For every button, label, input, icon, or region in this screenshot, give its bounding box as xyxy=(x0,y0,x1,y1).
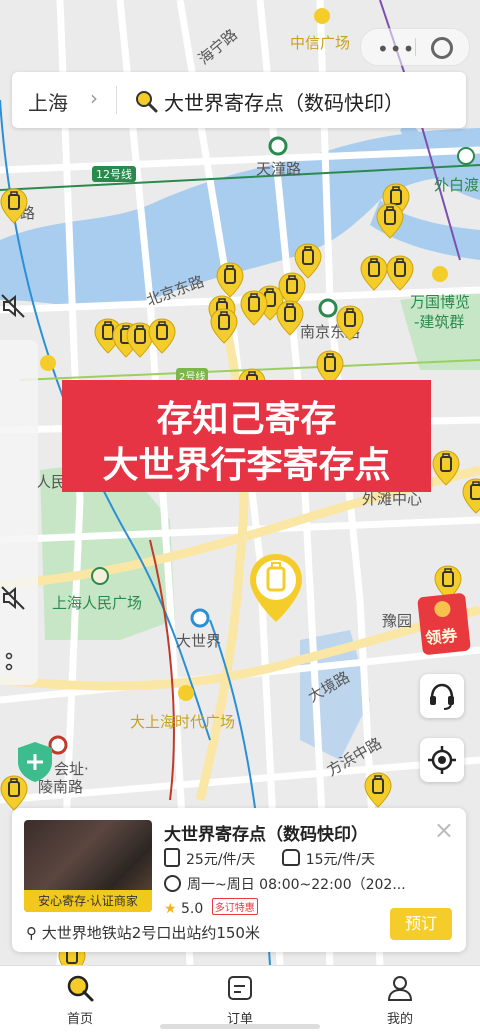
city-selector[interactable]: 上海 xyxy=(28,87,68,116)
book-button[interactable]: 预订 xyxy=(390,908,452,940)
tab-home[interactable]: 首页 xyxy=(40,974,120,1027)
search-icon xyxy=(136,91,158,113)
mute-icon-secondary[interactable] xyxy=(0,585,26,611)
locate-me-button[interactable] xyxy=(420,738,464,782)
storage-location-pin[interactable] xyxy=(364,772,392,808)
map-label: 外白渡 xyxy=(434,176,480,194)
capsule-divider xyxy=(415,38,416,56)
profile-icon xyxy=(387,976,413,1001)
rating-row: ★ 5.0 多订特惠 xyxy=(164,898,258,917)
search-bar[interactable]: 上海 › 大世界寄存点（数码快印） xyxy=(12,72,466,128)
selected-location-pin[interactable] xyxy=(248,552,304,624)
bottom-tab-bar: 首页 订单 我的 xyxy=(0,965,480,1033)
store-card[interactable]: 安心寄存·认证商家 大世界寄存点（数码快印） × 25元/件/天 15元/件/天… xyxy=(12,808,466,952)
map-label: 大世界 xyxy=(176,632,222,650)
search-icon xyxy=(67,975,94,1002)
mute-icon[interactable] xyxy=(0,293,26,319)
order-icon xyxy=(228,976,252,1000)
coupon-label: 领券 xyxy=(424,625,459,648)
locate-icon xyxy=(428,746,456,774)
price-bag: 15元/件/天 xyxy=(305,852,375,868)
verified-merchant-caption: 安心寄存·认证商家 xyxy=(24,890,152,912)
storage-location-pin[interactable] xyxy=(376,203,404,239)
close-icon[interactable]: × xyxy=(434,816,454,844)
storage-location-pin[interactable] xyxy=(240,290,268,326)
left-toolbar xyxy=(0,340,38,685)
shield-plus-icon[interactable] xyxy=(14,740,56,784)
store-title: 大世界寄存点（数码快印） xyxy=(164,825,368,845)
search-divider xyxy=(116,86,117,114)
promo-banner: 存知己寄存 大世界行李寄存点 xyxy=(62,380,431,492)
map-label: 豫园 xyxy=(382,612,413,630)
home-indicator xyxy=(160,1024,320,1029)
map-label: 大上海时代广场 xyxy=(130,713,236,731)
rating-value: 5.0 xyxy=(181,901,204,917)
customer-service-button[interactable] xyxy=(420,674,464,718)
search-input[interactable]: 大世界寄存点（数码快印） xyxy=(164,87,404,116)
price-luggage: 25元/件/天 xyxy=(186,852,256,868)
chevron-right-icon[interactable]: › xyxy=(90,86,98,110)
more-vertical-icon[interactable] xyxy=(2,652,16,674)
banner-line-1: 存知己寄存 xyxy=(156,399,337,440)
more-icon[interactable]: ••• xyxy=(377,37,415,61)
storage-location-pin[interactable] xyxy=(210,308,238,344)
tab-profile[interactable]: 我的 xyxy=(360,974,440,1027)
map-label: 12号线 xyxy=(92,166,136,182)
discount-badge: 多订特惠 xyxy=(211,898,258,915)
storage-location-pin[interactable] xyxy=(148,318,176,354)
map-label: 天潼路 xyxy=(256,160,302,178)
banner-line-2: 大世界行李寄存点 xyxy=(102,445,391,486)
location-row: ⚲ 大世界地铁站2号口出站约150米 xyxy=(26,922,260,943)
tab-label: 我的 xyxy=(386,1012,413,1027)
storage-location-pin[interactable] xyxy=(0,188,28,224)
star-icon: ★ xyxy=(164,901,177,917)
tab-label: 首页 xyxy=(66,1012,93,1027)
storage-location-pin[interactable] xyxy=(360,255,388,291)
distance-text: 大世界地铁站2号口出站约150米 xyxy=(41,924,260,942)
miniprogram-capsule[interactable]: ••• xyxy=(360,28,470,66)
tab-orders[interactable]: 订单 xyxy=(200,974,280,1027)
luggage-icon xyxy=(164,848,180,867)
clock-icon xyxy=(164,875,181,892)
map-label: 上海人民广场 xyxy=(52,594,143,612)
storage-location-pin[interactable] xyxy=(276,300,304,336)
coupon-red-packet[interactable]: 领券 xyxy=(417,592,471,656)
price-row: 25元/件/天 15元/件/天 xyxy=(164,848,375,869)
storage-location-pin[interactable] xyxy=(432,450,460,486)
map-label: 万国博览 xyxy=(410,293,471,311)
storage-location-pin[interactable] xyxy=(386,255,414,291)
opening-hours: 周一~周日 08:00~22:00（202... xyxy=(187,877,406,893)
bag-icon xyxy=(281,849,300,866)
hours-row: 周一~周日 08:00~22:00（202... xyxy=(164,874,406,894)
location-pin-icon: ⚲ xyxy=(26,924,37,942)
map-label: 中信广场 xyxy=(290,34,351,52)
coin-icon xyxy=(433,600,452,618)
storage-location-pin[interactable] xyxy=(336,305,364,341)
map-label: -建筑群 xyxy=(414,313,465,331)
close-miniprogram-icon[interactable] xyxy=(431,37,453,59)
headset-icon xyxy=(430,683,454,710)
storage-location-pin[interactable] xyxy=(462,478,480,514)
